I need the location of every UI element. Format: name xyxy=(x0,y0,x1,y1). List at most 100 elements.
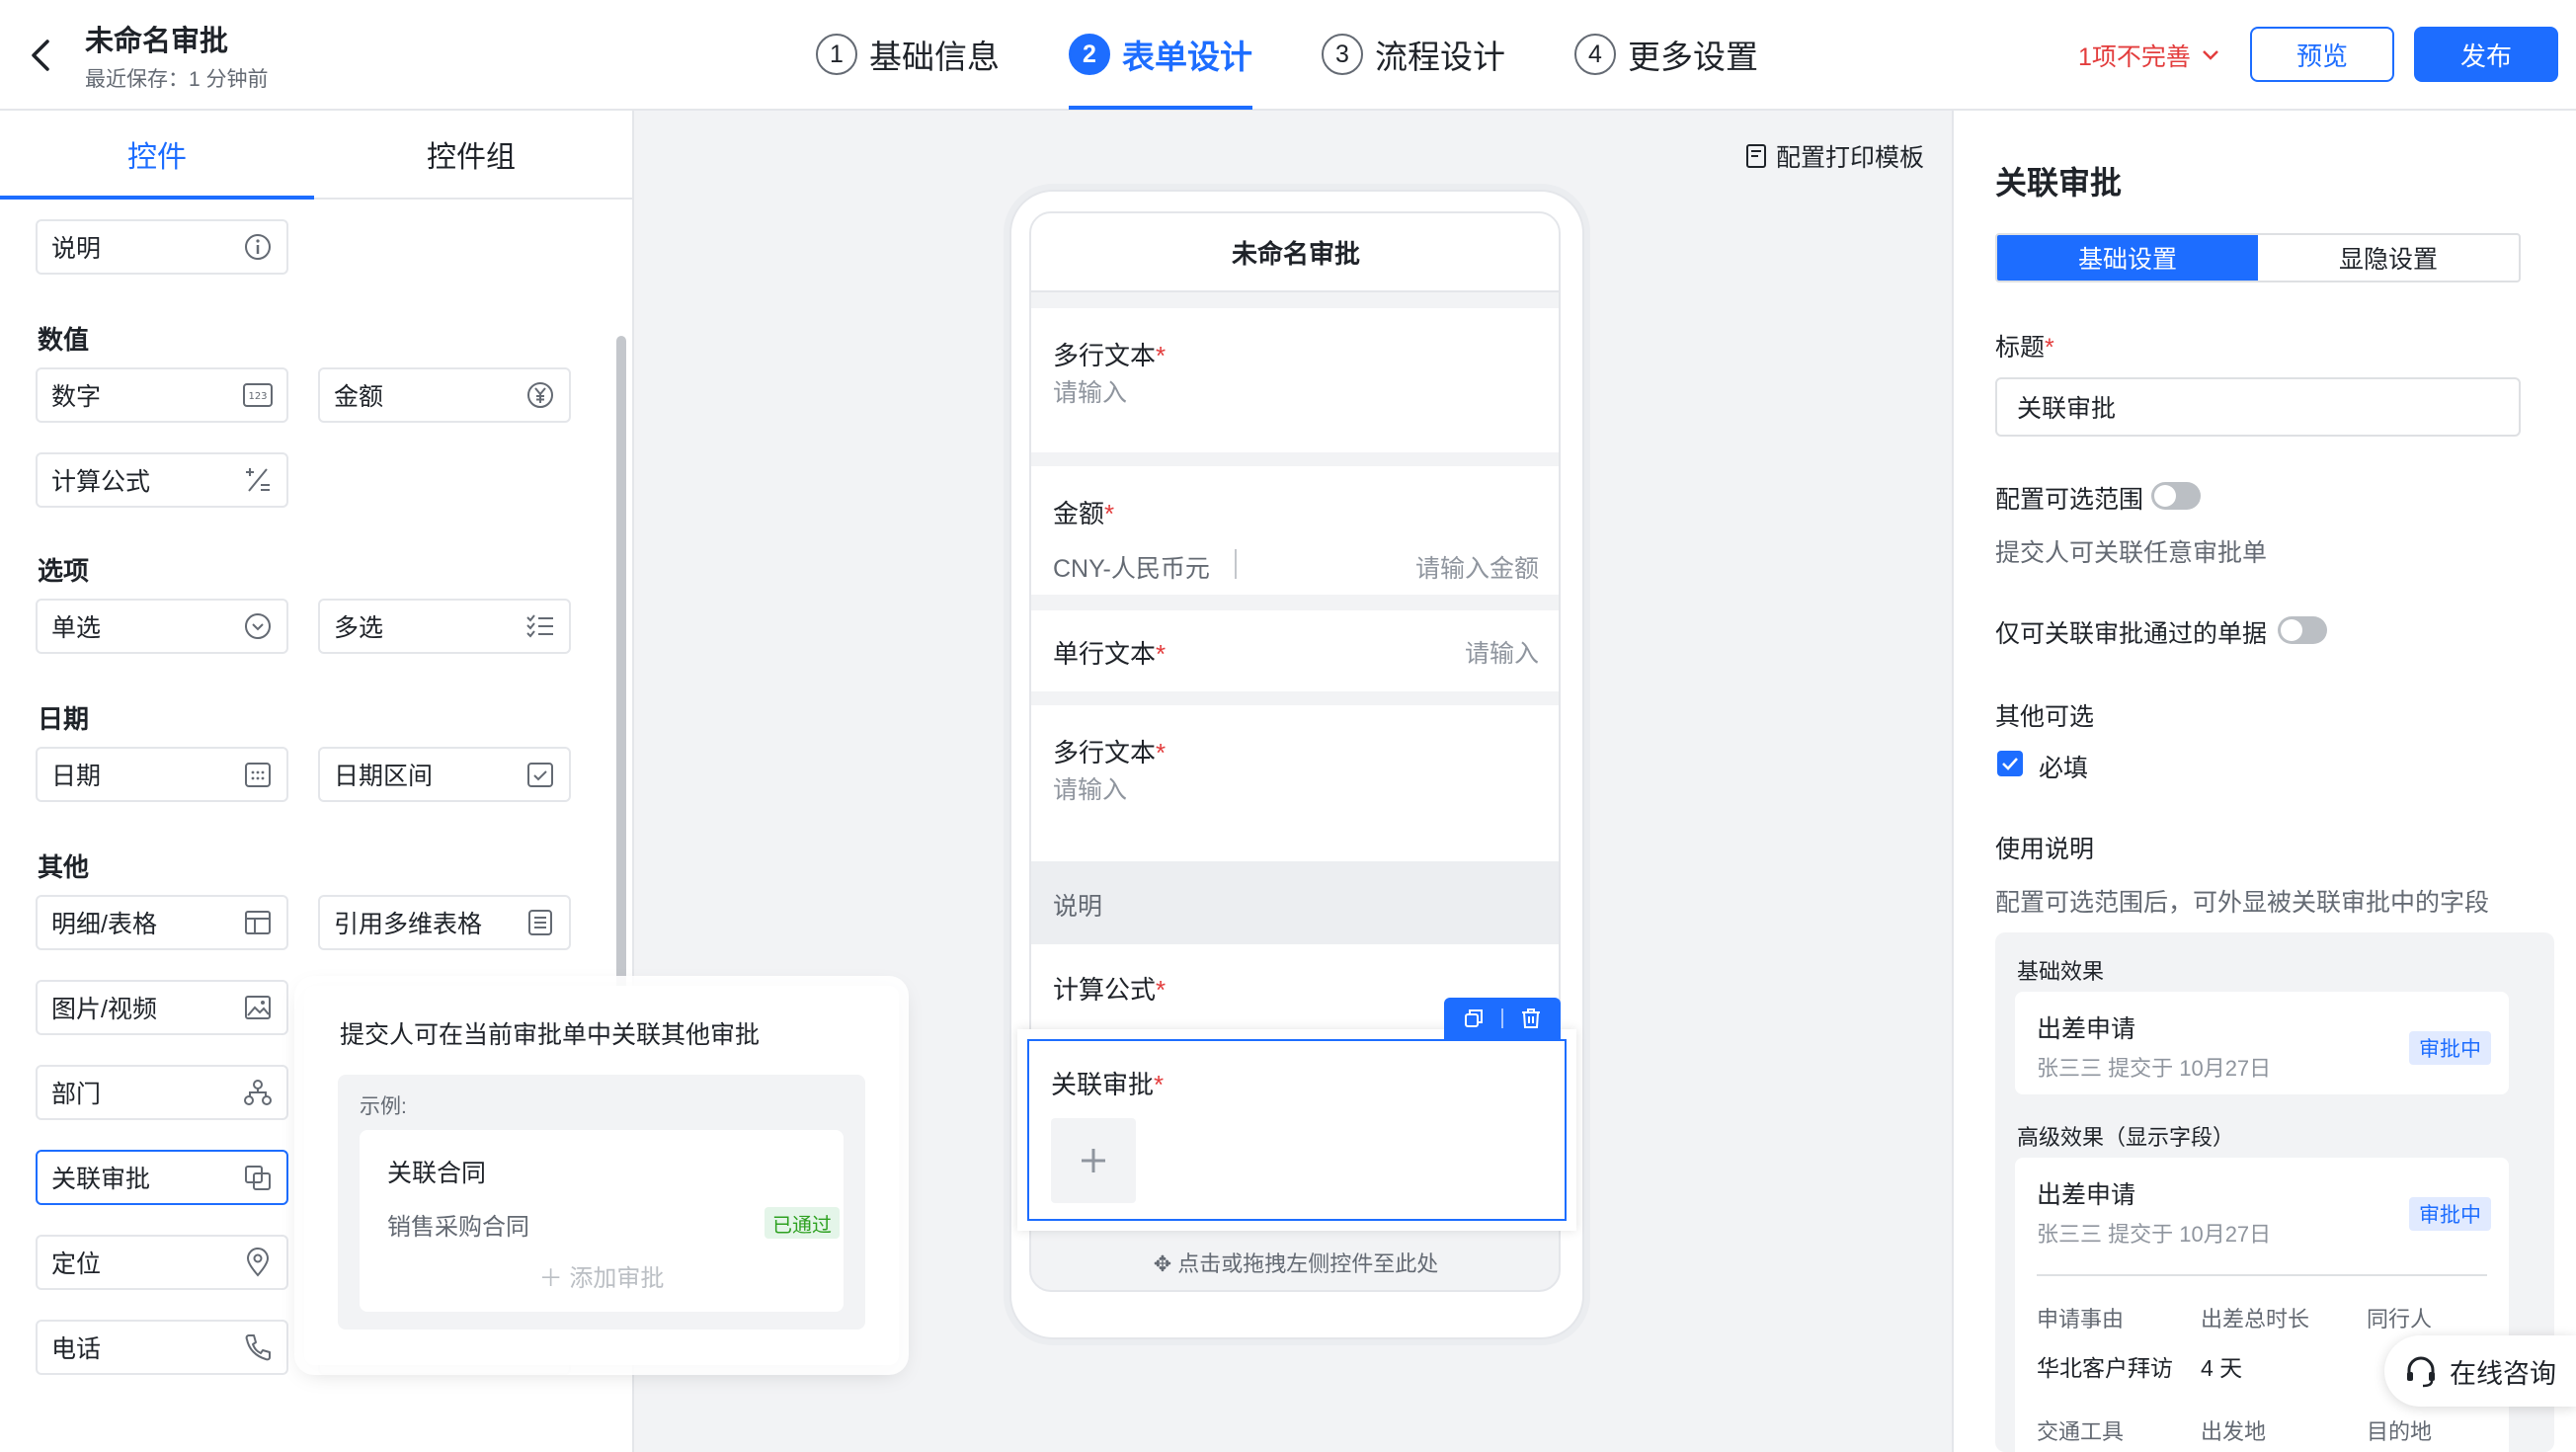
status-badge: 审批中 xyxy=(2409,1031,2491,1065)
phone-icon xyxy=(243,1332,273,1362)
calendar-icon xyxy=(243,760,273,789)
field-label: 多行文本* xyxy=(1053,738,1167,767)
control-detail-table[interactable]: 明细/表格 xyxy=(36,895,288,950)
example-card-subtitle: 销售采购合同 xyxy=(387,1214,529,1241)
scope-toggle[interactable] xyxy=(2151,482,2201,510)
control-label: 数字 xyxy=(51,383,102,411)
usage-description: 配置可选范围后，可外显被关联审批中的字段 xyxy=(1995,889,2490,917)
step-more-settings[interactable]: 4 更多设置 xyxy=(1574,0,1758,109)
control-label: 金额 xyxy=(334,383,384,411)
approval-title: 未命名审批 xyxy=(85,26,229,57)
demo-field-value: 4 天 xyxy=(2201,1355,2243,1381)
control-description[interactable]: 说明 xyxy=(36,219,288,275)
demo-card-subtitle: 张三三 提交于 10月27日 xyxy=(2037,1056,2272,1081)
section-options-title: 选项 xyxy=(38,556,90,586)
field-label: 关联审批* xyxy=(1051,1070,1165,1099)
trash-icon[interactable] xyxy=(1520,1008,1542,1029)
step-basic-info[interactable]: 1 基础信息 xyxy=(816,0,1000,109)
section-other-title: 其他 xyxy=(38,852,90,882)
control-date-range[interactable]: 日期区间 xyxy=(318,747,571,802)
currency-divider xyxy=(1235,549,1237,579)
control-label: 单选 xyxy=(51,614,102,642)
add-related-button[interactable] xyxy=(1051,1118,1136,1203)
copy-icon[interactable] xyxy=(1463,1008,1485,1029)
control-date[interactable]: 日期 xyxy=(36,747,288,802)
usage-label: 使用说明 xyxy=(1995,836,2095,863)
step-label: 表单设计 xyxy=(1122,39,1252,75)
tab-basic-settings[interactable]: 基础设置 xyxy=(1997,235,2258,281)
control-label: 部门 xyxy=(51,1081,102,1108)
control-multidim-table[interactable]: 引用多维表格 xyxy=(318,895,571,950)
example-card-title: 关联合同 xyxy=(387,1160,487,1187)
control-label: 日期 xyxy=(51,763,102,790)
svg-text:123: 123 xyxy=(248,391,267,402)
publish-button[interactable]: 发布 xyxy=(2414,27,2558,82)
tooltip-title: 提交人可在当前审批单中关联其他审批 xyxy=(340,1021,761,1049)
location-pin-icon xyxy=(243,1248,273,1277)
demo-divider xyxy=(2037,1274,2487,1276)
control-related-approval[interactable]: 关联审批 xyxy=(36,1150,288,1205)
back-arrow-icon[interactable] xyxy=(28,38,55,73)
demo-field-key: 目的地 xyxy=(2367,1419,2433,1444)
demo-card-title: 出差申请 xyxy=(2037,1015,2136,1043)
list-document-icon xyxy=(525,908,555,937)
online-consult-button[interactable]: 在线咨询 xyxy=(2384,1335,2576,1407)
preview-button[interactable]: 预览 xyxy=(2250,27,2394,82)
warning-text: 1项不完善 xyxy=(2078,43,2191,71)
title-input[interactable]: 关联审批 xyxy=(1995,377,2521,437)
calendar-check-icon xyxy=(525,760,555,789)
scope-description: 提交人可关联任意审批单 xyxy=(1995,539,2268,567)
control-amount[interactable]: 金额 xyxy=(318,367,571,423)
step-number: 4 xyxy=(1574,34,1616,75)
demo-card-title: 出差申请 xyxy=(2037,1181,2136,1209)
incomplete-warning[interactable]: 1项不完善 xyxy=(2078,38,2220,73)
control-multi-select[interactable]: 多选 xyxy=(318,599,571,654)
drop-hint[interactable]: ✥ 点击或拖拽左侧控件至此处 xyxy=(1031,1247,1559,1278)
field-label: 计算公式* xyxy=(1053,975,1167,1005)
control-department[interactable]: 部门 xyxy=(36,1065,288,1120)
settings-tabs: 基础设置 显隐设置 xyxy=(1995,233,2521,282)
controls-tabs: 控件 控件组 xyxy=(0,111,632,200)
control-formula[interactable]: 计算公式 xyxy=(36,452,288,508)
control-label: 引用多维表格 xyxy=(334,911,483,938)
consult-label: 在线咨询 xyxy=(2450,1358,2556,1389)
field-related-approval[interactable]: 关联审批* xyxy=(1027,1039,1567,1221)
related-approval-tooltip: 提交人可在当前审批单中关联其他审批 示例: 关联合同 销售采购合同 已通过 ＋ … xyxy=(304,986,899,1365)
step-process-design[interactable]: 3 流程设计 xyxy=(1322,0,1505,109)
yuan-coin-icon xyxy=(525,380,555,410)
field-amount[interactable]: 金额* CNY-人民币元 请输入金额 xyxy=(1031,466,1559,595)
print-template-link[interactable]: 配置打印模板 xyxy=(1744,138,1924,174)
control-phone[interactable]: 电话 xyxy=(36,1320,288,1375)
field-description[interactable]: 说明 xyxy=(1031,861,1559,944)
demo-field-key: 交通工具 xyxy=(2037,1419,2125,1444)
other-options-label: 其他可选 xyxy=(1995,703,2095,731)
tab-controls[interactable]: 控件 xyxy=(0,111,314,200)
number-123-icon: 123 xyxy=(243,380,273,410)
control-label: 多选 xyxy=(334,614,384,642)
checklist-icon xyxy=(525,611,555,641)
org-chart-icon xyxy=(243,1078,273,1107)
field-multiline-1[interactable]: 多行文本* 请输入 xyxy=(1031,308,1559,452)
tab-control-groups[interactable]: 控件组 xyxy=(314,111,628,198)
control-number[interactable]: 数字 123 xyxy=(36,367,288,423)
toolbar-divider xyxy=(1500,1008,1503,1028)
control-location[interactable]: 定位 xyxy=(36,1235,288,1290)
section-numeric-title: 数值 xyxy=(38,325,90,355)
form-header-title: 未命名审批 xyxy=(1031,213,1559,292)
required-checkbox[interactable] xyxy=(1997,751,2023,776)
approved-only-toggle[interactable] xyxy=(2278,616,2327,644)
step-label: 更多设置 xyxy=(1628,39,1758,75)
control-single-select[interactable]: 单选 xyxy=(36,599,288,654)
step-form-design[interactable]: 2 表单设计 xyxy=(1069,0,1252,110)
demo-field-key: 申请事由 xyxy=(2037,1307,2125,1331)
step-number: 2 xyxy=(1069,34,1110,75)
link-copy-icon xyxy=(243,1163,273,1192)
field-multiline-2[interactable]: 多行文本* 请输入 xyxy=(1031,705,1559,861)
control-image-video[interactable]: 图片/视频 xyxy=(36,980,288,1035)
tooltip-example-box: 示例: 关联合同 销售采购合同 已通过 ＋ 添加审批 xyxy=(338,1075,865,1330)
example-label: 示例: xyxy=(360,1095,407,1118)
field-label: 金额* xyxy=(1053,499,1115,528)
field-singleline[interactable]: 单行文本* 请输入 xyxy=(1031,610,1559,691)
currency-selector[interactable]: CNY-人民币元 xyxy=(1053,549,1210,585)
tab-visibility-settings[interactable]: 显隐设置 xyxy=(2258,235,2519,281)
